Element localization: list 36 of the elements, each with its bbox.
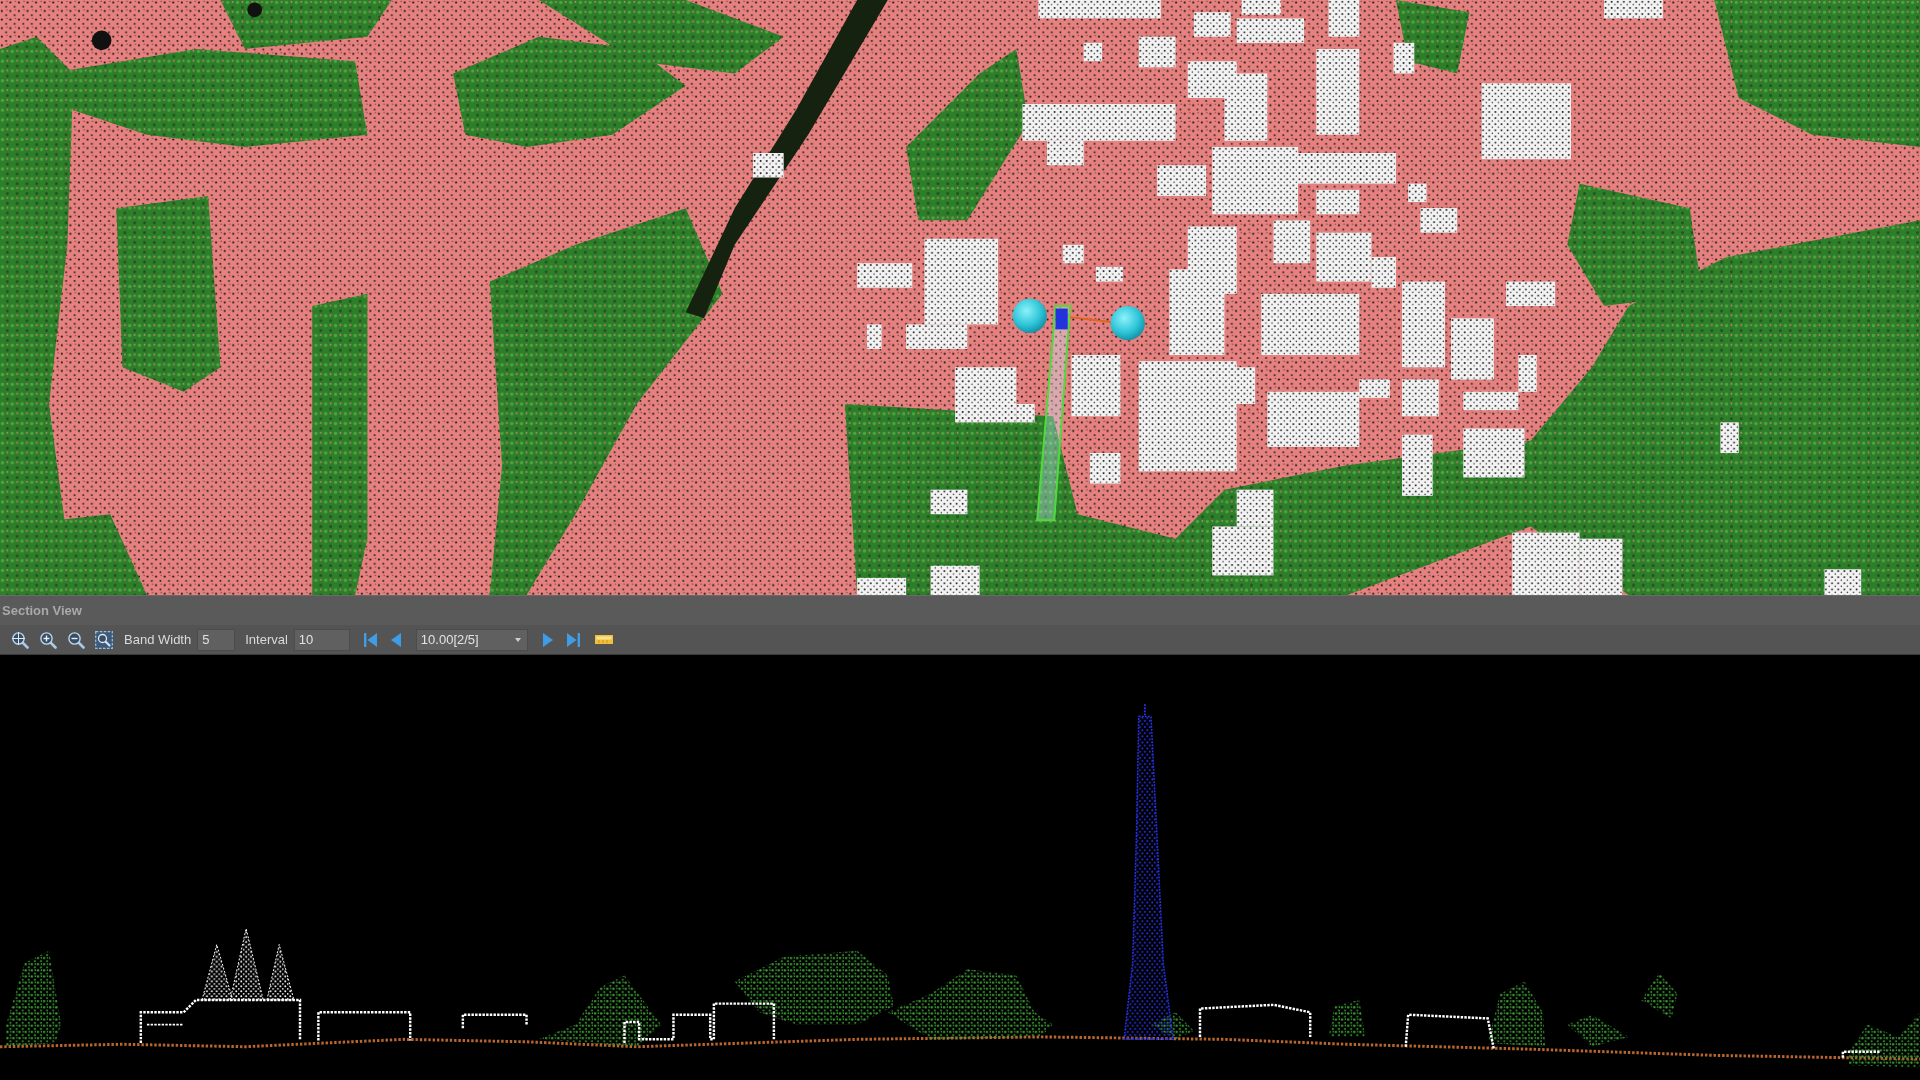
magnifier-crosshair-icon <box>11 630 29 649</box>
interval-label: Interval <box>245 632 288 647</box>
last-section-button[interactable] <box>566 632 580 647</box>
tree-points <box>1640 972 1678 1019</box>
tree-points <box>1328 999 1366 1037</box>
zoom-out-button[interactable] <box>67 630 85 649</box>
band-width-field[interactable]: 5 <box>197 628 236 651</box>
sphere-marker-icon[interactable] <box>1110 306 1145 341</box>
zoom-window-icon <box>95 630 113 649</box>
first-section-button[interactable] <box>363 632 377 647</box>
section-dropdown[interactable]: 10.00[2/5] <box>415 628 528 651</box>
skip-last-icon <box>566 632 580 647</box>
zoom-out-icon <box>67 630 85 649</box>
building-profile <box>1841 1050 1880 1058</box>
caret-icon <box>514 637 521 642</box>
zoom-in-button[interactable] <box>39 630 57 649</box>
zoom-window-button[interactable] <box>95 630 113 649</box>
sphere-marker-icon[interactable] <box>1012 298 1047 333</box>
measure-button[interactable] <box>594 635 613 644</box>
zoom-extent-button[interactable] <box>11 630 29 649</box>
tree-points <box>1487 981 1546 1047</box>
band-width-label: Band Width <box>124 632 192 647</box>
ruler-icon <box>594 635 613 644</box>
tree-points <box>1567 1014 1629 1047</box>
section-band[interactable] <box>1036 305 1072 522</box>
tree-points <box>1849 1012 1920 1068</box>
skip-first-icon <box>363 632 377 647</box>
zoom-in-icon <box>39 630 57 649</box>
measure-line <box>1069 316 1112 323</box>
panel-title: Section View <box>2 603 82 618</box>
next-section-button[interactable] <box>542 632 553 647</box>
interval-field[interactable]: 10 <box>293 628 350 651</box>
previous-section-button[interactable] <box>390 632 401 647</box>
building-profile <box>461 1013 528 1029</box>
next-icon <box>542 632 553 647</box>
previous-icon <box>390 632 401 647</box>
